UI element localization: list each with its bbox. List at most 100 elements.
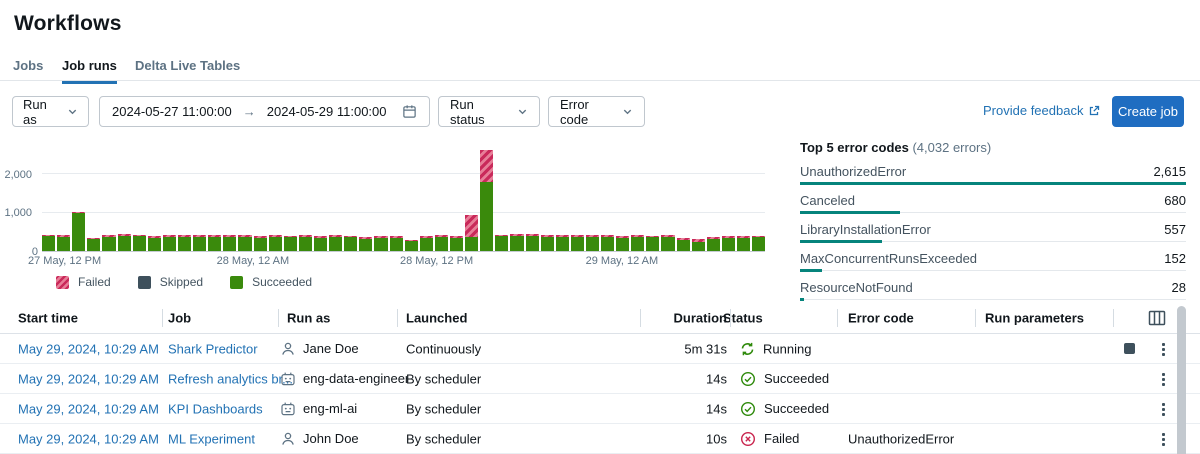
chart-bar[interactable] — [631, 235, 644, 251]
chart-bar[interactable] — [420, 236, 433, 251]
chart-bar[interactable] — [148, 236, 161, 251]
duration-cell: 14s — [706, 371, 727, 386]
column-header-start-time[interactable]: Start time — [18, 311, 78, 326]
legend-item-skipped: Skipped — [138, 275, 203, 289]
chart-bar[interactable] — [118, 234, 131, 251]
chart-bar[interactable] — [223, 235, 236, 251]
error-code-item[interactable]: LibraryInstallationError557 — [800, 222, 1186, 243]
chart-bar[interactable] — [193, 235, 206, 251]
vertical-scrollbar[interactable] — [1177, 306, 1186, 454]
row-menu-kebab-icon[interactable] — [1155, 431, 1171, 447]
table-row[interactable]: May 29, 2024, 10:29 AM Refresh analytics… — [0, 364, 1200, 394]
job-link[interactable]: KPI Dashboards — [168, 401, 263, 416]
column-header-duration[interactable]: Duration — [674, 311, 727, 326]
chart-bar[interactable] — [586, 235, 599, 251]
chart-bar[interactable] — [87, 238, 100, 251]
tab-job-runs[interactable]: Job runs — [62, 58, 117, 84]
run-as-filter[interactable]: Run as — [12, 96, 89, 127]
chart-bar[interactable] — [238, 235, 251, 251]
calendar-icon[interactable] — [402, 104, 417, 119]
chart-bar[interactable] — [42, 235, 55, 251]
column-header-run-as[interactable]: Run as — [287, 311, 330, 326]
chart-bar[interactable] — [465, 215, 478, 251]
error-code-bar — [800, 298, 804, 301]
table-row[interactable]: May 29, 2024, 10:29 AM KPI Dashboards en… — [0, 394, 1200, 424]
chart-bar[interactable] — [133, 235, 146, 251]
table-row[interactable]: May 29, 2024, 10:29 AM ML Experiment Joh… — [0, 424, 1200, 454]
chart-bar[interactable] — [72, 212, 85, 251]
start-time-link[interactable]: May 29, 2024, 10:29 AM — [18, 341, 159, 356]
run-status-filter[interactable]: Run status — [438, 96, 540, 127]
column-picker-icon[interactable] — [1148, 310, 1166, 326]
provide-feedback-link[interactable]: Provide feedback — [983, 103, 1100, 118]
job-link[interactable]: Refresh analytics br... — [168, 371, 293, 386]
chart-bar[interactable] — [102, 235, 115, 251]
chart-bar[interactable] — [314, 236, 327, 251]
error-code-item[interactable]: MaxConcurrentRunsExceeded152 — [800, 251, 1186, 272]
start-time-link[interactable]: May 29, 2024, 10:29 AM — [18, 401, 159, 416]
chart-bar[interactable] — [752, 236, 765, 251]
chart-bar[interactable] — [707, 237, 720, 251]
start-time-link[interactable]: May 29, 2024, 10:29 AM — [18, 431, 159, 446]
chart-bar[interactable] — [450, 236, 463, 251]
launched-cell: By scheduler — [406, 371, 481, 386]
chart-bar[interactable] — [359, 237, 372, 251]
chart-bar[interactable] — [616, 236, 629, 251]
chart-bar[interactable] — [299, 235, 312, 251]
chart-bar[interactable] — [374, 236, 387, 251]
chart-bar[interactable] — [526, 234, 539, 251]
column-header-job[interactable]: Job — [168, 311, 191, 326]
chart-bar[interactable] — [510, 234, 523, 251]
chart-bar[interactable] — [163, 235, 176, 251]
row-menu-kebab-icon[interactable] — [1155, 341, 1171, 357]
chart-bar[interactable] — [254, 236, 267, 251]
column-header-error-code[interactable]: Error code — [848, 311, 914, 326]
chart-bar[interactable] — [556, 235, 569, 251]
chart-bar[interactable] — [344, 236, 357, 251]
column-header-status[interactable]: Status — [723, 311, 763, 326]
chart-bar[interactable] — [284, 236, 297, 251]
job-runs-chart — [42, 151, 765, 252]
chart-bar[interactable] — [178, 235, 191, 251]
chart-bar[interactable] — [390, 236, 403, 251]
chart-bar[interactable] — [601, 235, 614, 251]
chart-bar[interactable] — [571, 235, 584, 251]
chart-bar[interactable] — [57, 235, 70, 251]
chart-bar[interactable] — [329, 235, 342, 251]
row-menu-kebab-icon[interactable] — [1155, 371, 1171, 387]
chart-bar[interactable] — [269, 235, 282, 251]
status-label: Failed — [764, 431, 799, 446]
chart-bar[interactable] — [661, 235, 674, 251]
chart-bar[interactable] — [722, 236, 735, 251]
date-range-input[interactable]: 2024-05-27 11:00:00 → 2024-05-29 11:00:0… — [99, 96, 430, 127]
stop-run-button[interactable] — [1124, 343, 1135, 354]
table-row[interactable]: May 29, 2024, 10:29 AM Shark Predictor J… — [0, 334, 1200, 364]
column-header-run-parameters[interactable]: Run parameters — [985, 311, 1084, 326]
chart-bar[interactable] — [495, 235, 508, 251]
chart-bar[interactable] — [646, 236, 659, 251]
error-code-item[interactable]: Canceled680 — [800, 193, 1186, 214]
chart-bar[interactable] — [435, 235, 448, 251]
job-link[interactable]: ML Experiment — [168, 431, 255, 446]
chart-bar[interactable] — [541, 235, 554, 251]
chart-bar[interactable] — [677, 238, 690, 251]
chart-bar[interactable] — [405, 240, 418, 251]
error-code-filter[interactable]: Error code — [548, 96, 645, 127]
error-code-item[interactable]: UnauthorizedError2,615 — [800, 164, 1186, 185]
column-header-launched[interactable]: Launched — [406, 311, 467, 326]
tab-jobs[interactable]: Jobs — [13, 58, 43, 81]
x-axis-tick: 27 May, 12 PM — [28, 255, 101, 267]
arrow-right-icon: → — [239, 104, 260, 119]
job-link[interactable]: Shark Predictor — [168, 341, 258, 356]
chart-bar[interactable] — [692, 239, 705, 251]
error-code-item[interactable]: ResourceNotFound28 — [800, 280, 1186, 301]
row-menu-kebab-icon[interactable] — [1155, 401, 1171, 417]
start-time-link[interactable]: May 29, 2024, 10:29 AM — [18, 371, 159, 386]
tab-delta-live-tables[interactable]: Delta Live Tables — [135, 58, 240, 81]
chart-bar[interactable] — [737, 236, 750, 251]
chevron-down-icon — [517, 106, 528, 117]
chart-bar[interactable] — [208, 235, 221, 251]
user-icon — [280, 341, 296, 357]
create-job-button[interactable]: Create job — [1112, 96, 1184, 127]
chart-bar[interactable] — [480, 150, 493, 251]
